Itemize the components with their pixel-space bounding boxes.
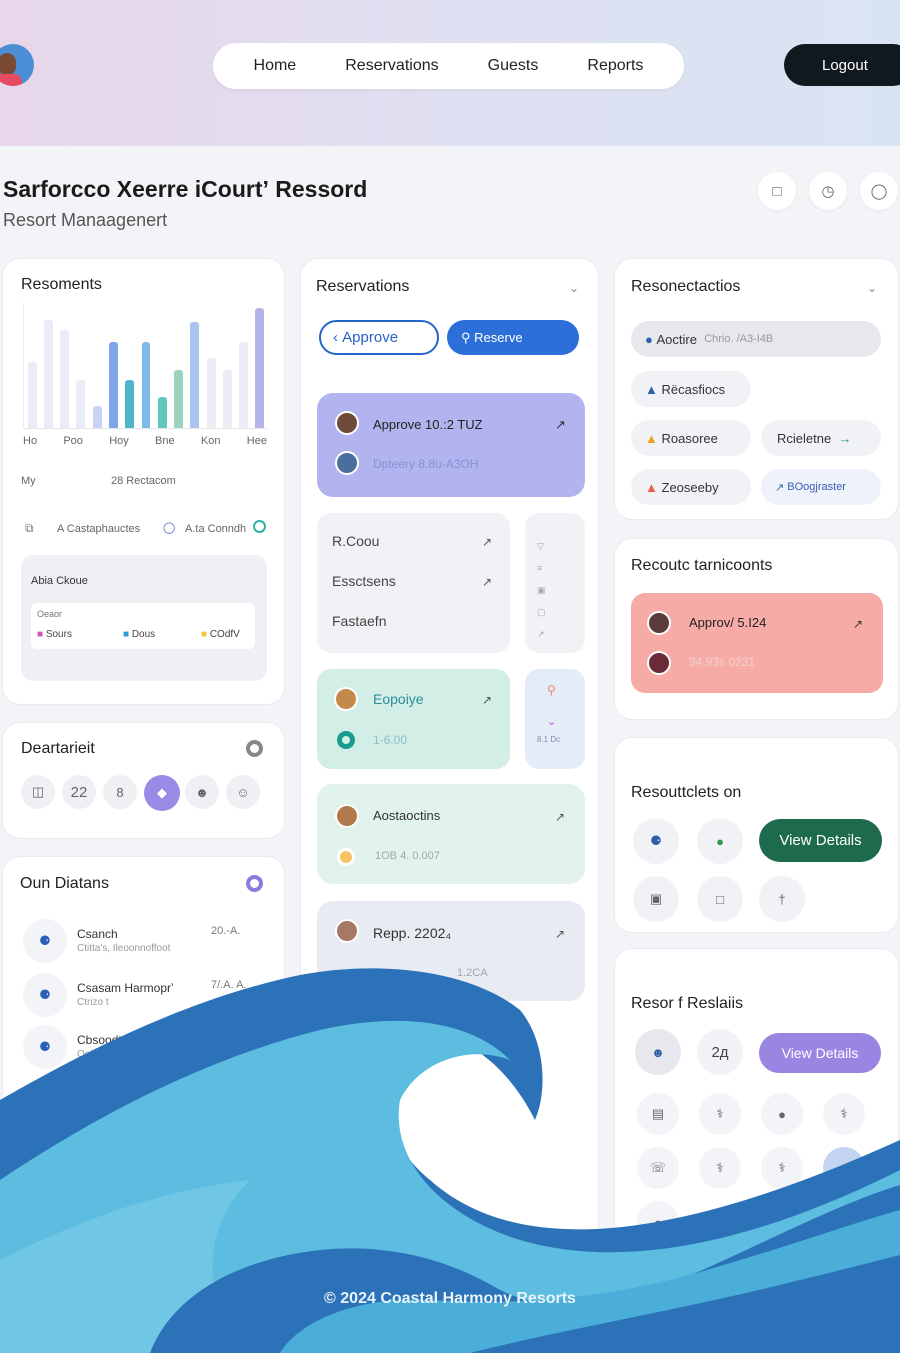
ocean-wave-graphic <box>0 968 900 1353</box>
footer-copyright: © 2024 Coastal Harmony Resorts <box>324 1290 576 1307</box>
